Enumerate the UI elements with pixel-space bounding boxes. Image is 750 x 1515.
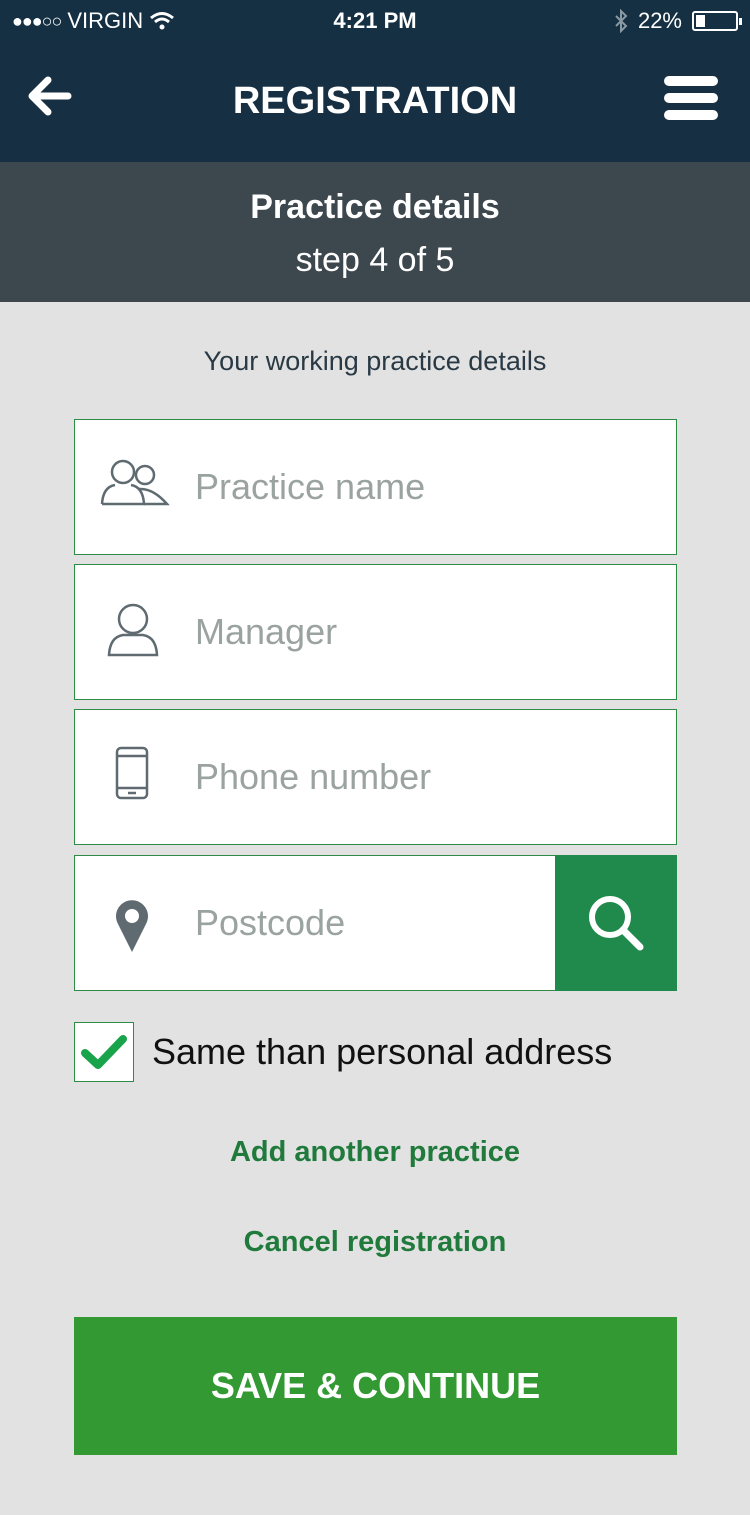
practice-name-input[interactable] [195, 420, 635, 554]
step-banner: Practice details step 4 of 5 [0, 162, 750, 302]
practice-name-field [74, 419, 677, 555]
cancel-registration-link[interactable]: Cancel registration [0, 1226, 750, 1259]
status-bar: ●●●○○ VIRGIN 4:21 PM 22% [0, 0, 750, 40]
person-icon [99, 601, 171, 665]
postcode-search-button[interactable] [555, 855, 677, 991]
manager-input[interactable] [195, 565, 635, 699]
same-address-option: Same than personal address [74, 1022, 612, 1082]
manager-field [74, 564, 677, 700]
menu-button[interactable] [664, 76, 718, 124]
postcode-input[interactable] [195, 856, 495, 990]
hamburger-menu-icon [664, 76, 718, 120]
same-address-label: Same than personal address [152, 1031, 613, 1072]
save-continue-button[interactable]: SAVE & CONTINUE [74, 1317, 677, 1455]
step-heading: Practice details [250, 188, 500, 226]
phone-field [74, 709, 677, 845]
checkmark-icon [81, 1035, 127, 1069]
postcode-field [74, 855, 677, 991]
search-icon [589, 896, 644, 951]
people-icon [99, 456, 171, 520]
page-title: REGISTRATION [232, 80, 518, 122]
battery-icon [692, 11, 742, 31]
same-address-checkbox[interactable] [74, 1022, 134, 1082]
add-practice-link[interactable]: Add another practice [0, 1136, 750, 1169]
form-intro: Your working practice details [203, 346, 547, 376]
header: REGISTRATION [0, 40, 750, 162]
phone-input[interactable] [195, 710, 635, 844]
mobile-phone-icon [99, 746, 171, 810]
battery-percent: 22% [637, 8, 682, 33]
location-pin-icon [99, 898, 171, 962]
step-progress: step 4 of 5 [295, 241, 455, 279]
device-status: 22% [614, 8, 742, 34]
bluetooth-icon [615, 9, 628, 33]
